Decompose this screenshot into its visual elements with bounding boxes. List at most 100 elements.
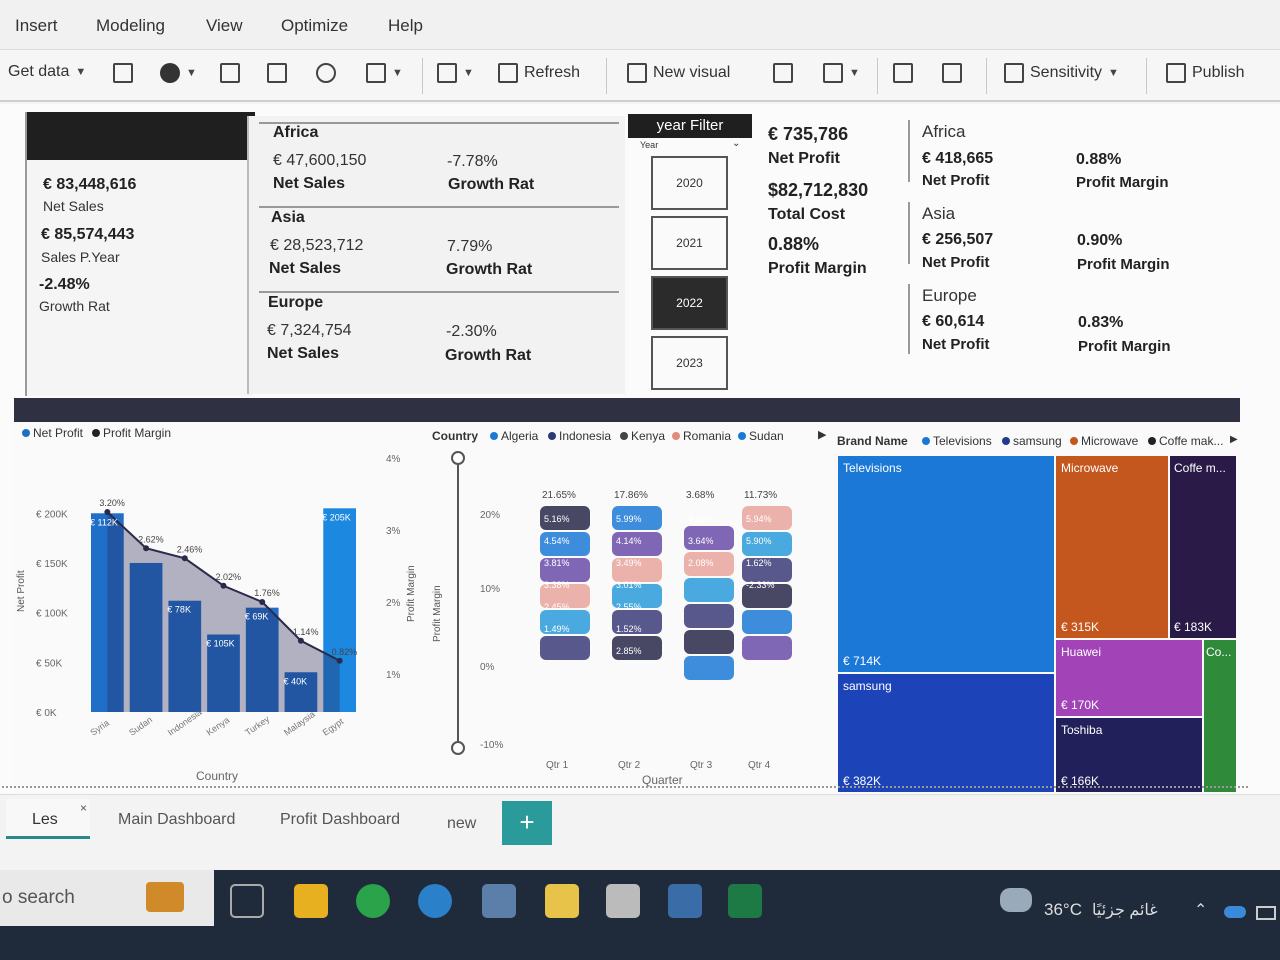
country-profit-chart[interactable]: Net Profit Profit Margin € 200K € 150K € 1… <box>14 422 432 794</box>
chevron-down-icon[interactable]: ⌄ <box>732 138 740 149</box>
tab-les-label: Les <box>32 811 58 828</box>
top-data-label: 11.73% <box>744 490 777 501</box>
inner-data-label: 2.85% <box>616 646 642 656</box>
quarter-margin-chart[interactable]: Country Algeria Indonesia Kenya Romania … <box>432 422 832 794</box>
left-kpi-card[interactable]: € 83,448,616 Net Sales € 85,574,443 Sale… <box>25 112 255 396</box>
region-africa-sales: € 47,600,150 <box>273 152 367 169</box>
tab-main-dashboard[interactable]: Main Dashboard <box>118 811 235 829</box>
chart3-legend-samsung[interactable]: samsung <box>998 434 1062 448</box>
tab-new[interactable]: new <box>447 815 476 833</box>
year-option-2023[interactable]: 2023 <box>651 336 728 390</box>
tile-microwave[interactable]: Microwave € 315K <box>1056 456 1168 638</box>
app-icon[interactable] <box>668 884 702 918</box>
whatsapp-icon[interactable] <box>356 884 390 918</box>
chart3-legend-televisions[interactable]: Televisions <box>918 434 992 448</box>
year-option-2021[interactable]: 2021 <box>651 216 728 270</box>
ribbon-toolbar: Get data ▼ ▼ ▼ ▼ Refresh New visual ▼ Sen… <box>0 50 1280 102</box>
tile-coffee-maker[interactable]: Coffe m... € 183K <box>1170 456 1236 638</box>
get-data-button[interactable]: Get data ▼ <box>8 63 86 81</box>
tile-other[interactable]: Co... <box>1204 640 1236 792</box>
year-filter-title-bar: year Filter <box>628 114 752 138</box>
inner-data-label: 5.90% <box>746 536 772 546</box>
briefcase-icon <box>146 882 184 912</box>
shield-icon <box>1004 63 1024 83</box>
brand-treemap[interactable]: Brand Name Televisions samsung Microwave… <box>832 422 1240 794</box>
tile-huawei[interactable]: Huawei € 170K <box>1056 640 1202 716</box>
tab-profit-dashboard[interactable]: Profit Dashboard <box>280 811 400 829</box>
excel-icon[interactable] <box>728 884 762 918</box>
chevron-up-icon[interactable]: ⌃ <box>1194 900 1207 920</box>
margin-data-label: 2.02% <box>216 572 242 582</box>
weather-text[interactable]: غائم جزئيًا <box>1092 900 1158 920</box>
refresh-button[interactable]: Refresh <box>498 63 580 83</box>
recent-sources-button[interactable]: ▼ <box>366 63 403 83</box>
menu-view[interactable]: View <box>206 16 243 36</box>
tile-label: Coffe m... <box>1174 461 1226 475</box>
weather-icon[interactable] <box>1000 888 1032 912</box>
ribbon-segment <box>684 656 734 680</box>
inner-data-label: 4.14% <box>616 536 642 546</box>
dataverse-button[interactable] <box>316 63 336 83</box>
new-visual-button[interactable]: New visual <box>627 63 730 83</box>
text-box-button[interactable] <box>773 63 793 83</box>
region-profit-card[interactable]: Africa € 418,665 0.88% Net Profit Profit… <box>908 114 1238 394</box>
growth-rate-value: -2.48% <box>39 276 90 293</box>
close-icon[interactable]: × <box>80 801 87 815</box>
tile-toshiba[interactable]: Toshiba € 166K <box>1056 718 1202 792</box>
transform-data-button[interactable]: ▼ <box>437 63 474 83</box>
data-hub-button[interactable]: ▼ <box>160 63 197 83</box>
inner-data-label: 1.52% <box>616 624 642 634</box>
region-asia-sales: € 28,523,712 <box>270 237 364 254</box>
taskbar-search-box[interactable]: o search <box>0 870 214 926</box>
profit-europe-name: Europe <box>922 286 977 305</box>
ribbon-segment <box>742 636 792 660</box>
quick-measure-button[interactable] <box>942 63 962 83</box>
sql-button[interactable] <box>220 63 240 83</box>
region-sales-card[interactable]: Africa € 47,600,150 -7.78% Net Sales Gro… <box>247 116 625 394</box>
menu-insert[interactable]: Insert <box>15 16 58 36</box>
powerbi-icon[interactable] <box>294 884 328 918</box>
bar-data-label: € 205K <box>322 512 351 522</box>
canvas-dotted-border <box>2 786 1248 788</box>
publish-button[interactable]: Publish <box>1166 63 1244 83</box>
sensitivity-button[interactable]: Sensitivity ▼ <box>1004 63 1119 83</box>
year-option-2020[interactable]: 2020 <box>651 156 728 210</box>
x-tick-label: Malaysia <box>282 709 317 738</box>
app-icon[interactable] <box>606 884 640 918</box>
menu-modeling[interactable]: Modeling <box>96 16 165 36</box>
excel-workbook-button[interactable] <box>113 63 133 83</box>
file-explorer-icon[interactable] <box>545 884 579 918</box>
task-view-icon[interactable] <box>230 884 264 918</box>
chart3-legend-coffee[interactable]: Coffe mak... <box>1144 434 1223 448</box>
year-option-2022[interactable]: 2022 <box>651 276 728 330</box>
menu-optimize[interactable]: Optimize <box>281 16 348 36</box>
weather-temp[interactable]: 36°C <box>1044 900 1082 920</box>
onedrive-icon[interactable] <box>1224 906 1246 918</box>
chart3-legend-microwave[interactable]: Microwave <box>1066 434 1138 448</box>
keyboard-icon[interactable] <box>1256 906 1276 920</box>
calculator-icon <box>893 63 913 83</box>
year-field-label: Year <box>640 140 659 150</box>
y2-tick-label: 2% <box>386 598 401 609</box>
tab-les[interactable]: Les × <box>6 799 90 839</box>
calculator-icon[interactable] <box>482 884 516 918</box>
menu-help[interactable]: Help <box>388 16 423 36</box>
add-page-button[interactable]: + <box>502 801 552 845</box>
x-axis-title: Country <box>196 769 238 783</box>
new-measure-button[interactable] <box>893 63 913 83</box>
tile-label: Co... <box>1206 645 1232 659</box>
chart3-legend-title: Brand Name <box>837 434 908 448</box>
profit-europe-value: € 60,614 <box>922 313 985 330</box>
chevron-right-icon[interactable]: ▶ <box>1230 434 1238 445</box>
region-europe-growth: -2.30% <box>446 323 497 340</box>
edge-icon[interactable] <box>418 884 452 918</box>
profit-kpi-card[interactable]: € 735,786 Net Profit $82,712,830 Total C… <box>756 114 904 394</box>
legend-label: Microwave <box>1081 434 1139 448</box>
slider-handle-top <box>451 451 465 465</box>
more-visuals-button[interactable]: ▼ <box>823 63 860 83</box>
margin-point <box>297 637 304 644</box>
enter-data-button[interactable] <box>267 63 287 83</box>
tile-samsung[interactable]: samsung € 382K <box>838 674 1054 792</box>
region-europe-name: Europe <box>268 294 324 311</box>
tile-televisions[interactable]: Televisions € 714K <box>838 456 1054 672</box>
